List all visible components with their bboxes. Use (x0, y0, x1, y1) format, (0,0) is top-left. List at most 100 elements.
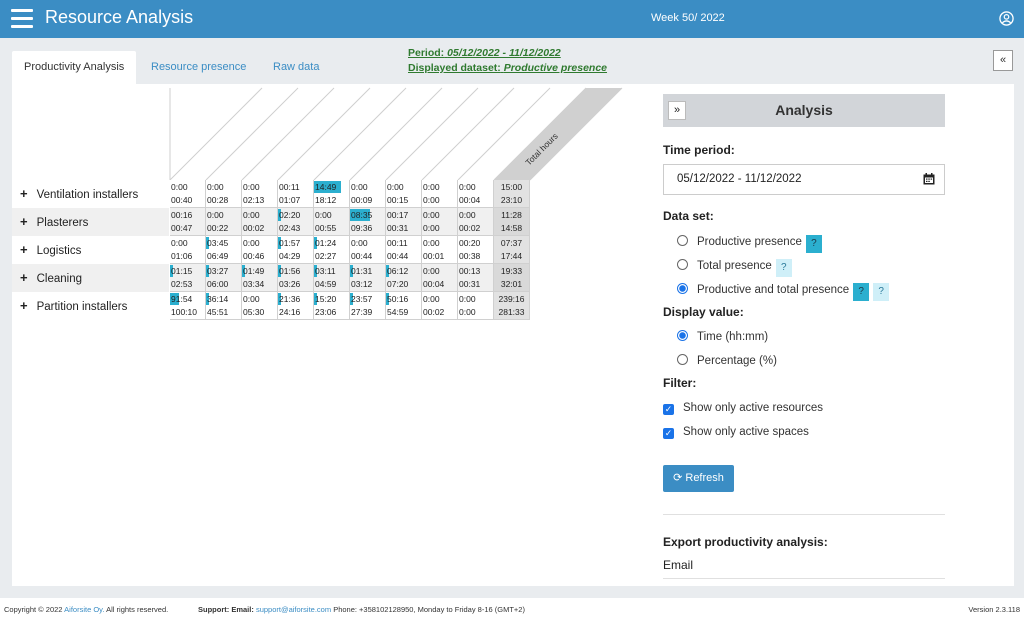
productive-value: 0:00 (423, 210, 440, 220)
table-cell[interactable]: 0:00 00:04 (422, 264, 458, 292)
productive-value: 0:00 (171, 238, 188, 248)
productive-value: 14:49 (315, 182, 337, 192)
help-icon[interactable]: ? (873, 283, 890, 301)
display-value-time[interactable]: Time (hh:mm) (677, 329, 768, 345)
table-cell[interactable]: 23:57 27:39 (350, 292, 386, 320)
expand-icon[interactable]: + (20, 298, 28, 313)
help-icon[interactable]: ? (775, 259, 792, 277)
table-cell[interactable]: 00:13 00:31 (458, 264, 494, 292)
table-cell[interactable]: 03:27 06:00 (206, 264, 242, 292)
table-cell[interactable]: 0:00 00:04 (458, 180, 494, 208)
tab-resource-presence[interactable]: Resource presence (139, 51, 258, 84)
table-cell[interactable]: 0:00 00:22 (206, 208, 242, 236)
table-cell[interactable]: 15:20 23:06 (314, 292, 350, 320)
radio-icon[interactable] (677, 235, 688, 246)
row-label[interactable]: + Cleaning (12, 264, 169, 292)
table-cell[interactable]: 0:00 0:00 (422, 180, 458, 208)
productive-value: 02:20 (279, 210, 301, 220)
total-value: 03:26 (279, 279, 301, 289)
productive-value: 0:00 (207, 182, 224, 192)
expand-icon[interactable]: + (20, 214, 28, 229)
total-value: 00:02 (243, 223, 265, 233)
table-cell[interactable]: 06:12 07:20 (386, 264, 422, 292)
total-value: 00:46 (243, 251, 265, 261)
row-label[interactable]: + Logistics (12, 236, 169, 264)
calendar-icon[interactable] (923, 173, 935, 185)
data-set-option-total[interactable]: Total presence? (677, 258, 792, 277)
table-cell[interactable]: 00:11 00:44 (386, 236, 422, 264)
table-cell[interactable]: 0:00 00:15 (386, 180, 422, 208)
radio-selected-icon[interactable] (677, 283, 688, 294)
table-cell[interactable]: 03:45 06:49 (206, 236, 242, 264)
table-cell[interactable]: 01:24 02:27 (314, 236, 350, 264)
help-icon[interactable]: ? (805, 235, 822, 253)
table-cell[interactable]: 00:11 01:07 (278, 180, 314, 208)
table-cell[interactable]: 0:00 00:44 (350, 236, 386, 264)
total-value: 02:27 (315, 251, 337, 261)
table-cell[interactable]: 36:14 45:51 (206, 292, 242, 320)
table-cell[interactable]: 0:00 05:30 (242, 292, 278, 320)
table-cell[interactable]: 01:56 03:26 (278, 264, 314, 292)
data-set-option-productive[interactable]: Productive presence? (677, 234, 822, 253)
table-cell[interactable]: 50:16 54:59 (386, 292, 422, 320)
row-label[interactable]: + Partition installers (12, 292, 169, 320)
radio-icon[interactable] (677, 259, 688, 270)
table-cell[interactable]: 14:49 18:12 (314, 180, 350, 208)
table-cell[interactable]: 0:00 0:00 (422, 208, 458, 236)
table-cell[interactable]: 0:00 00:01 (422, 236, 458, 264)
table-cell[interactable]: 00:20 00:38 (458, 236, 494, 264)
filter-active-spaces[interactable]: ✓ Show only active spaces (663, 424, 809, 440)
expand-icon[interactable]: + (20, 186, 28, 201)
data-set-option-productive-and-total[interactable]: Productive and total presence?? (677, 282, 890, 301)
table-cell[interactable]: 01:31 03:12 (350, 264, 386, 292)
table-row: + Plasterers 00:16 00:47 0:00 00:22 0:00 00:02 0… (12, 208, 530, 236)
table-cell[interactable]: 03:11 04:59 (314, 264, 350, 292)
expand-analysis-button[interactable]: » (668, 101, 686, 120)
filter-active-resources[interactable]: ✓ Show only active resources (663, 400, 823, 416)
tab-raw-data[interactable]: Raw data (261, 51, 331, 84)
table-cell[interactable]: 08:35 09:36 (350, 208, 386, 236)
user-icon[interactable] (999, 11, 1014, 26)
table-cell[interactable]: 0:00 00:46 (242, 236, 278, 264)
table-cell[interactable]: 01:57 04:29 (278, 236, 314, 264)
table-cell[interactable]: 00:16 00:47 (170, 208, 206, 236)
tab-productivity-analysis[interactable]: Productivity Analysis (12, 51, 137, 84)
checkbox-checked-icon[interactable]: ✓ (663, 404, 674, 415)
table-cell[interactable]: 01:15 02:53 (170, 264, 206, 292)
table-cell[interactable]: 0:00 00:02 (422, 292, 458, 320)
table-cell[interactable]: 0:00 00:02 (242, 208, 278, 236)
collapse-panel-button[interactable]: « (993, 50, 1013, 71)
table-cell[interactable]: 0:00 02:13 (242, 180, 278, 208)
refresh-button[interactable]: ⟳ Refresh (663, 465, 734, 492)
radio-icon[interactable] (677, 354, 688, 365)
support-email-link[interactable]: support@aiforsite.com (256, 605, 331, 614)
display-value-percentage[interactable]: Percentage (%) (677, 353, 777, 369)
table-cell[interactable]: 0:00 00:02 (458, 208, 494, 236)
filter-option-label: Show only active spaces (683, 426, 809, 438)
table-cell[interactable]: 00:17 00:31 (386, 208, 422, 236)
help-icon[interactable]: ? (853, 283, 870, 301)
menu-icon[interactable] (11, 9, 33, 28)
expand-icon[interactable]: + (20, 270, 28, 285)
table-cell[interactable]: 0:00 0:00 (458, 292, 494, 320)
time-period-input[interactable]: 05/12/2022 - 11/12/2022 (663, 164, 945, 195)
table-cell[interactable]: 01:49 03:34 (242, 264, 278, 292)
table-cell[interactable]: 0:00 00:55 (314, 208, 350, 236)
total-value: 27:39 (351, 307, 373, 317)
table-cell[interactable]: 02:20 02:43 (278, 208, 314, 236)
company-link[interactable]: Aiforsite Oy. (64, 605, 104, 614)
radio-selected-icon[interactable] (677, 330, 688, 341)
checkbox-checked-icon[interactable]: ✓ (663, 428, 674, 439)
table-cell[interactable]: 0:00 00:28 (206, 180, 242, 208)
productive-value: 0:00 (423, 182, 440, 192)
table-cell[interactable]: 0:00 00:40 (170, 180, 206, 208)
table-cell[interactable]: 0:00 00:09 (350, 180, 386, 208)
row-label[interactable]: + Plasterers (12, 208, 169, 236)
total-value: 00:40 (171, 195, 193, 205)
row-label[interactable]: + Ventilation installers (12, 180, 169, 208)
table-cell[interactable]: 0:00 01:06 (170, 236, 206, 264)
expand-icon[interactable]: + (20, 242, 28, 257)
productive-value: 01:57 (279, 238, 301, 248)
table-cell[interactable]: 91:54 100:10 (170, 292, 206, 320)
table-cell[interactable]: 21:36 24:16 (278, 292, 314, 320)
